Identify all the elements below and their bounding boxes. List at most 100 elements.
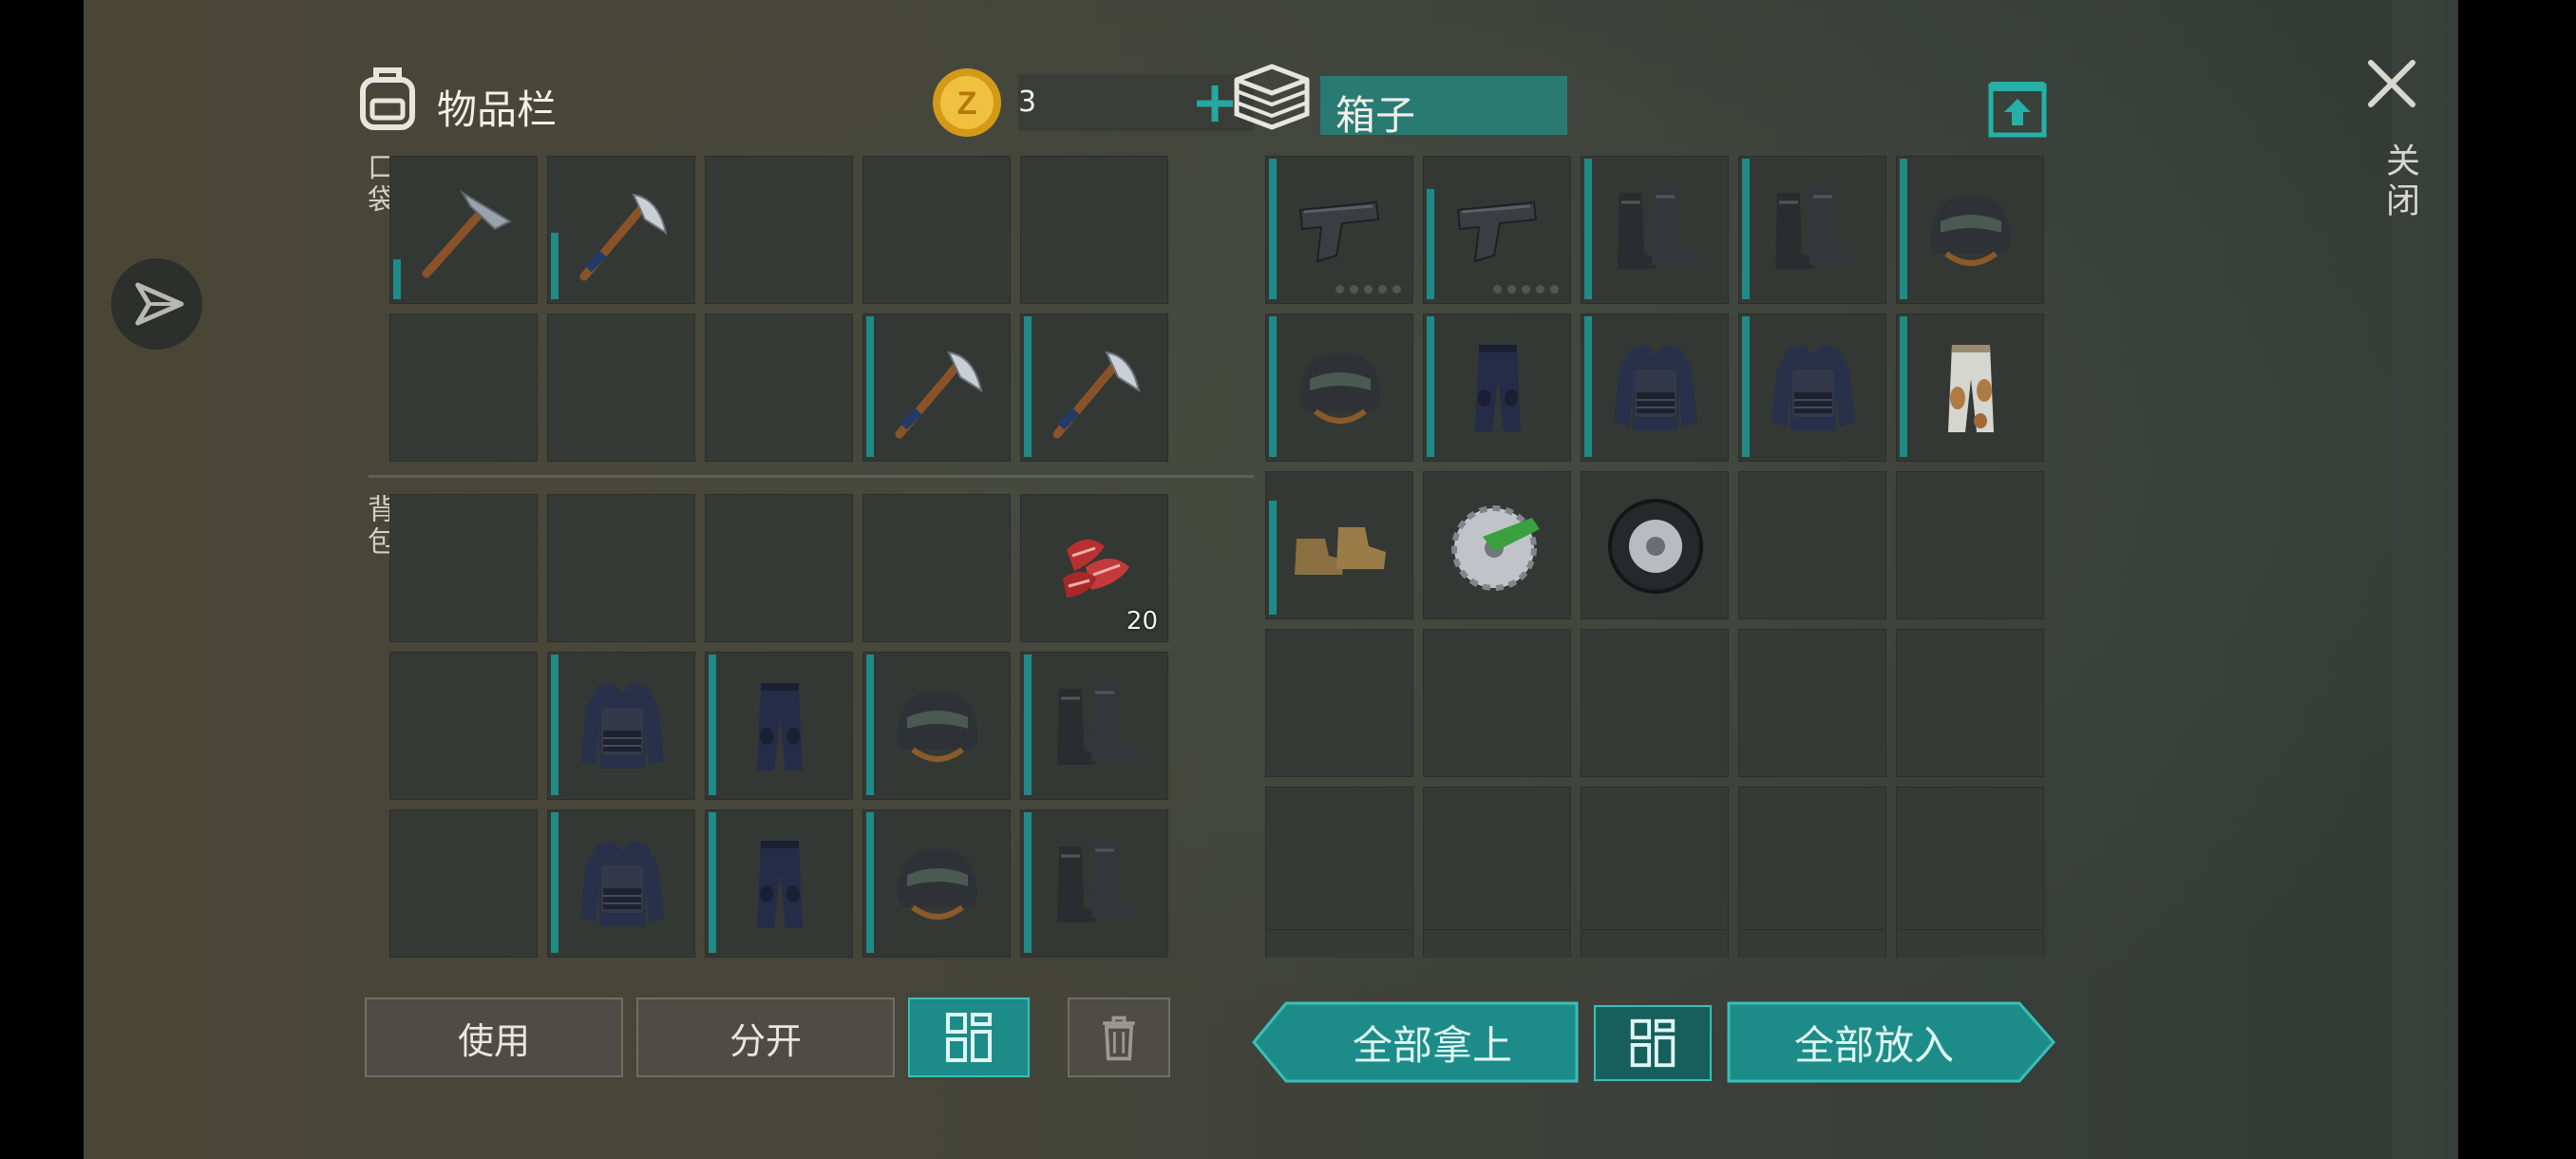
container-slot[interactable] (1896, 787, 2044, 935)
inventory-slot-boots[interactable] (1020, 652, 1168, 800)
axe-icon (895, 351, 983, 439)
inventory-slot[interactable] (862, 156, 1011, 304)
container-slot[interactable] (1896, 629, 2044, 777)
container-slot[interactable] (1738, 471, 1886, 619)
container-slot-shoes[interactable] (1265, 471, 1413, 619)
inventory-slot-raw-meat[interactable]: 20 (1020, 494, 1168, 642)
container-slot[interactable] (1896, 471, 2044, 619)
container-slot[interactable] (1581, 629, 1729, 777)
police-vest-icon (580, 683, 664, 769)
inventory-slot[interactable] (705, 156, 853, 304)
container-slot[interactable] (1423, 787, 1571, 935)
upload-button[interactable] (1987, 78, 2048, 139)
inventory-slot-pickaxe[interactable] (389, 156, 538, 304)
inventory-slot-axe[interactable] (547, 156, 695, 304)
shoes-icon (1295, 527, 1386, 575)
take-all-button[interactable]: 全部拿上 (1286, 1001, 1579, 1083)
police-vest-icon (1771, 345, 1855, 430)
axe-icon (579, 193, 668, 281)
box-icon (1234, 64, 1310, 130)
container-slot-boots[interactable] (1581, 156, 1729, 304)
container-slot[interactable] (1738, 929, 1886, 958)
container-slot[interactable] (1896, 929, 2044, 958)
close-button[interactable]: 关闭 (2354, 49, 2430, 230)
use-button[interactable]: 使用 (365, 998, 623, 1077)
police-vest-icon (580, 841, 664, 926)
helmet-icon (1300, 352, 1380, 424)
inventory-slot-police-vest[interactable] (547, 809, 695, 958)
container-slot-tire[interactable] (1581, 471, 1729, 619)
container-title: 箱子 (1335, 92, 1416, 139)
inventory-slot-helmet[interactable] (862, 652, 1011, 800)
container-slot[interactable] (1738, 629, 1886, 777)
inventory-slot-helmet[interactable] (862, 809, 1011, 958)
police-pants-icon (1475, 345, 1521, 432)
close-label: 关闭 (2380, 142, 2419, 222)
sort-container-button[interactable] (1594, 1005, 1712, 1081)
trash-button[interactable] (1068, 998, 1170, 1077)
sort-inventory-button[interactable] (908, 998, 1030, 1077)
container-slot[interactable] (1265, 787, 1413, 935)
inventory-slot-axe[interactable] (1020, 314, 1168, 462)
container-slot-camo-pants[interactable] (1896, 314, 2044, 462)
put-all-button[interactable]: 全部放入 (1727, 1001, 2021, 1083)
coin-count: 3 (1018, 86, 1037, 119)
inventory-slot[interactable] (389, 809, 538, 958)
game-screen: 物品栏 Z 3 口袋 背包 20 使用 分开 箱子 全部拿上 全部放入 关闭 (84, 0, 2458, 1159)
container-slot[interactable] (1265, 929, 1413, 958)
inventory-slot-boots[interactable] (1020, 809, 1168, 958)
container-slot[interactable] (1738, 787, 1886, 935)
saw-blade-icon (1451, 505, 1540, 591)
container-slot[interactable] (1423, 929, 1571, 958)
inventory-slot[interactable] (547, 314, 695, 462)
container-slot-saw-blade[interactable] (1423, 471, 1571, 619)
inventory-slot[interactable] (389, 314, 538, 462)
inventory-title: 物品栏 (437, 86, 558, 133)
inventory-slot[interactable] (705, 494, 853, 642)
inventory-slot[interactable] (547, 494, 695, 642)
container-slot[interactable] (1265, 629, 1413, 777)
police-pants-icon (757, 683, 803, 770)
container-slot[interactable] (1581, 929, 1729, 958)
container-slot-boots[interactable] (1738, 156, 1886, 304)
container-slot-pistol[interactable] (1423, 156, 1571, 304)
helmet-icon (1931, 195, 2011, 266)
camo-pants-icon (1948, 345, 1994, 432)
grid-sort-icon (1630, 1018, 1676, 1068)
police-pants-icon (757, 841, 803, 928)
boots-icon (1775, 187, 1855, 269)
grid-sort-icon (946, 1013, 992, 1062)
container-slot-pistol[interactable] (1265, 156, 1413, 304)
helmet-icon (898, 848, 977, 920)
inventory-slot-axe[interactable] (862, 314, 1011, 462)
container-slot-helmet[interactable] (1896, 156, 2044, 304)
container-slot[interactable] (1423, 629, 1571, 777)
container-slot-helmet[interactable] (1265, 314, 1413, 462)
container-slot-police-vest[interactable] (1738, 314, 1886, 462)
tire-icon (1608, 499, 1703, 594)
inventory-slot[interactable] (389, 652, 538, 800)
pistol-icon (1298, 200, 1380, 263)
inventory-slot-police-vest[interactable] (547, 652, 695, 800)
container-slot-police-vest[interactable] (1581, 314, 1729, 462)
boots-icon (1618, 187, 1697, 269)
trash-icon (1103, 1016, 1135, 1061)
axe-icon (1052, 351, 1141, 439)
split-button[interactable]: 分开 (636, 998, 895, 1077)
container-slot-police-pants[interactable] (1423, 314, 1571, 462)
inventory-slot[interactable] (1020, 156, 1168, 304)
item-quantity: 20 (1126, 607, 1158, 636)
container-slot[interactable] (1581, 787, 1729, 935)
pistol-icon (1456, 200, 1538, 263)
send-button[interactable] (111, 258, 202, 350)
inventory-slot[interactable] (862, 494, 1011, 642)
inventory-slot-police-pants[interactable] (705, 652, 853, 800)
helmet-icon (898, 691, 977, 762)
inventory-slot[interactable] (705, 314, 853, 462)
section-divider (369, 475, 1254, 478)
send-icon (135, 282, 184, 326)
boots-icon (1057, 841, 1137, 922)
boots-icon (1057, 683, 1137, 765)
inventory-slot[interactable] (389, 494, 538, 642)
inventory-slot-police-pants[interactable] (705, 809, 853, 958)
